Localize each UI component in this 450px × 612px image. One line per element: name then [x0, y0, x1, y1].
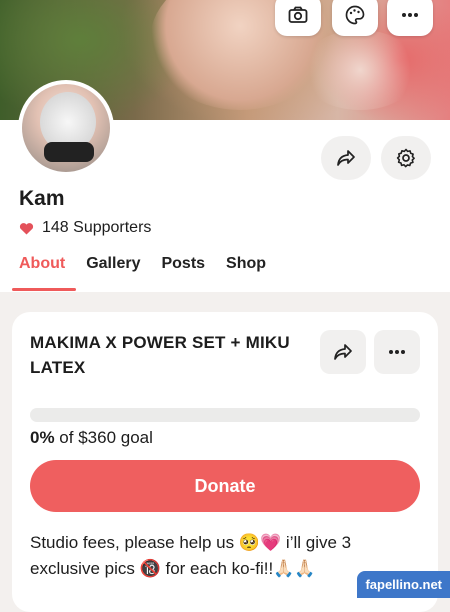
- goal-amount: of $360 goal: [54, 428, 153, 447]
- avatar-detail: [44, 142, 94, 162]
- goal-card: MAKIMA X POWER SET + MIKU LATEX 0% of $3…: [12, 312, 438, 612]
- tab-posts[interactable]: Posts: [161, 255, 205, 273]
- goal-status: 0% of $360 goal: [30, 428, 153, 448]
- tab-shop[interactable]: Shop: [226, 255, 266, 273]
- supporters-label: 148 Supporters: [42, 219, 152, 236]
- change-cover-button[interactable]: [275, 0, 321, 36]
- more-icon: [389, 350, 405, 354]
- cover-highlight: [300, 30, 420, 110]
- more-options-button[interactable]: [387, 0, 433, 36]
- share-goal-button[interactable]: [320, 330, 366, 374]
- camera-icon: [288, 6, 308, 23]
- goal-title: MAKIMA X POWER SET + MIKU LATEX: [30, 333, 290, 377]
- gear-icon: [396, 148, 415, 168]
- donate-button[interactable]: Donate: [30, 460, 420, 512]
- theme-button[interactable]: [332, 0, 378, 36]
- watermark: fapellino.net: [357, 571, 450, 598]
- tab-gallery[interactable]: Gallery: [86, 255, 140, 273]
- share-icon: [334, 344, 352, 360]
- active-tab-indicator: [12, 288, 76, 291]
- share-icon: [337, 150, 355, 166]
- profile-tabs: About Gallery Posts Shop: [19, 255, 287, 273]
- profile-name: Kam: [19, 187, 65, 210]
- goal-percent: 0%: [30, 428, 55, 447]
- heart-icon: [19, 222, 34, 234]
- palette-icon: [345, 5, 365, 25]
- avatar[interactable]: [18, 80, 114, 176]
- more-icon: [402, 13, 418, 17]
- goal-progress-bar: [30, 408, 420, 422]
- share-profile-button[interactable]: [321, 136, 371, 180]
- goal-description: Studio fees, please help us 🥺💗 i’ll give…: [30, 533, 352, 578]
- settings-button[interactable]: [381, 136, 431, 180]
- supporters-count: 148 Supporters: [19, 219, 151, 237]
- goal-more-button[interactable]: [374, 330, 420, 374]
- tab-about[interactable]: About: [19, 255, 65, 273]
